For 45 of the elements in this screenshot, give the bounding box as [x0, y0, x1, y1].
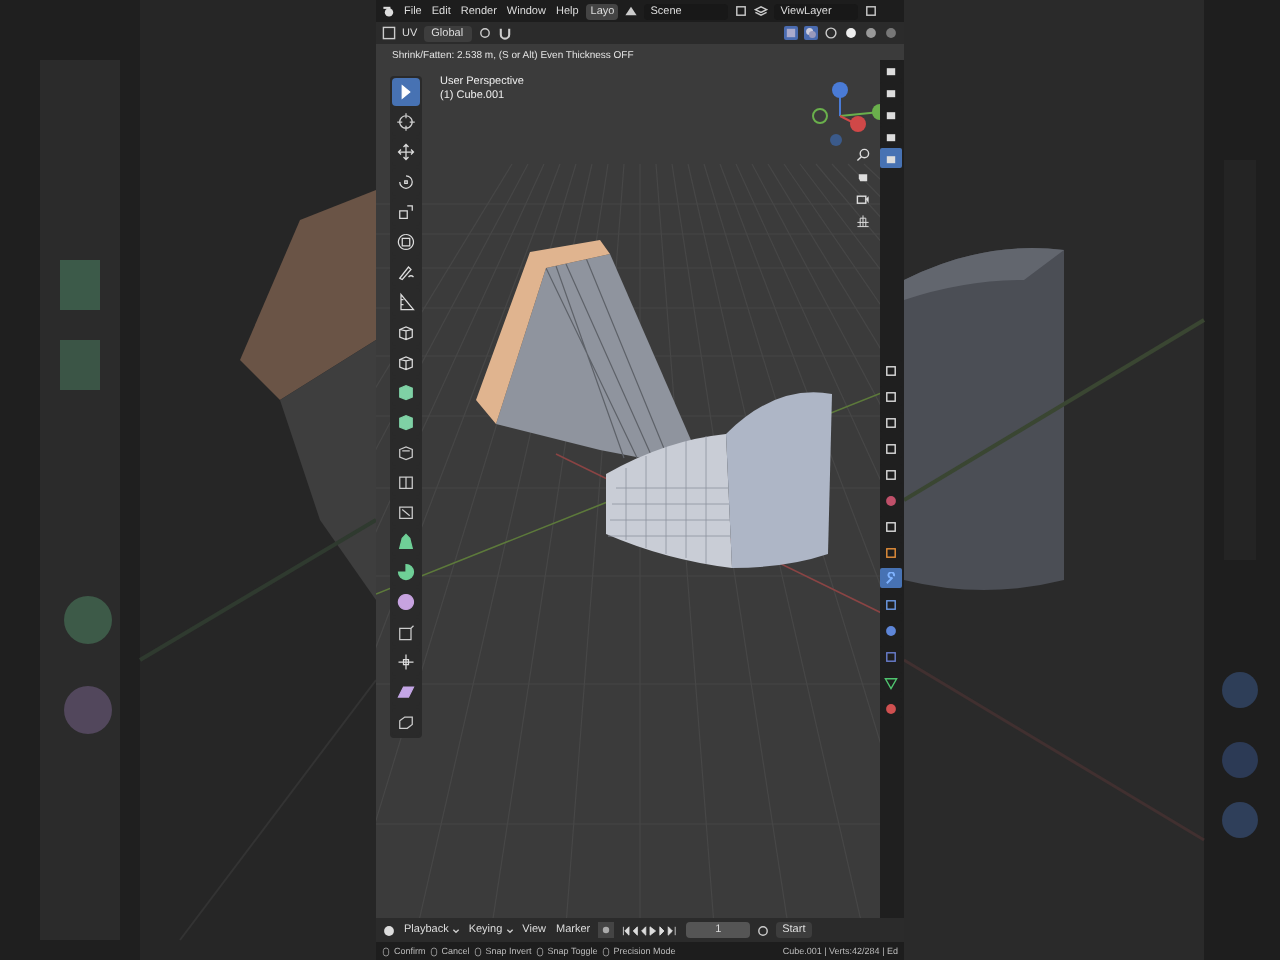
properties-tab[interactable]: [880, 594, 902, 614]
move-icon: [396, 142, 416, 162]
playback-controls-icon[interactable]: [620, 923, 681, 937]
magnet-icon[interactable]: [497, 26, 512, 40]
mouse-icon: [601, 945, 610, 957]
mouse-icon: [382, 945, 390, 957]
globe-icon: [883, 493, 897, 507]
wireframe-icon[interactable]: [824, 26, 838, 40]
stopwatch-icon[interactable]: [756, 923, 771, 937]
mouse-icon: [429, 945, 438, 957]
layers-icon[interactable]: [754, 4, 769, 18]
triangle-icon: [883, 675, 897, 689]
pivot-icon[interactable]: [477, 26, 492, 40]
render-sphere-icon[interactable]: [884, 26, 898, 40]
caret-icon: [452, 927, 461, 933]
copy-icon[interactable]: [864, 4, 879, 18]
ruler-icon: [396, 292, 416, 312]
crosshair-icon: [396, 652, 416, 672]
crosshair-icon: [396, 112, 416, 132]
sphere-icon: [883, 701, 897, 715]
tool-button[interactable]: [392, 108, 420, 136]
wrench-icon: [883, 571, 897, 585]
rotate-icon: [396, 172, 416, 192]
mouse-icon: [473, 945, 482, 957]
scale-icon: [396, 202, 416, 222]
record-icon[interactable]: [598, 922, 615, 938]
tool-button[interactable]: [392, 78, 420, 106]
pie-icon: [396, 562, 416, 582]
shape-icon: [396, 532, 416, 552]
sphere-icon: [396, 592, 416, 612]
caret-icon: [506, 927, 515, 933]
copy-icon[interactable]: [734, 4, 749, 18]
xray-icon[interactable]: [784, 26, 798, 40]
parallelogram-icon: [396, 682, 416, 702]
solid-sphere-icon[interactable]: [844, 26, 858, 40]
mouse-icon: [535, 945, 544, 957]
zoom-icon[interactable]: [856, 148, 870, 162]
properties-tab[interactable]: [880, 542, 902, 562]
pen-icon: [396, 262, 416, 282]
overlay-icon[interactable]: [804, 26, 818, 40]
square-icon: [883, 545, 897, 559]
material-sphere-icon[interactable]: [864, 26, 878, 40]
cursor-icon: [396, 82, 416, 102]
transform-icon: [396, 232, 416, 252]
properties-tab[interactable]: [880, 672, 902, 692]
